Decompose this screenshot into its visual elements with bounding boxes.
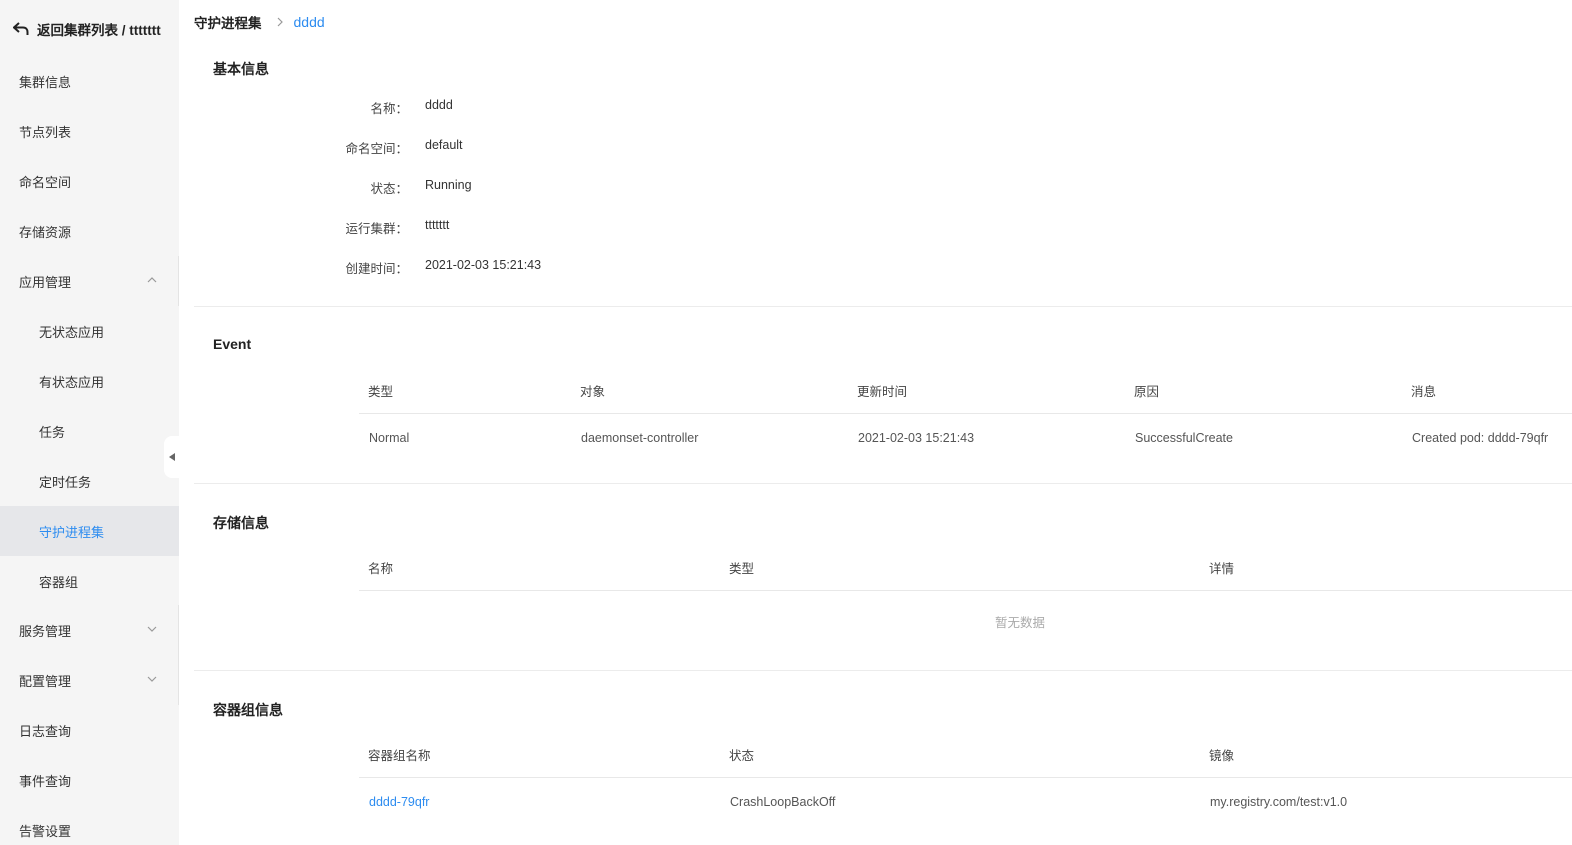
- table-header: 类型: [368, 385, 394, 399]
- table-cell: Normal: [369, 431, 410, 445]
- table-header: 状态: [729, 749, 755, 763]
- table-divider: [359, 777, 1572, 778]
- pods-title: 容器组信息: [213, 702, 283, 718]
- nav-label: 服务管理: [19, 623, 72, 639]
- section-divider: [194, 483, 1572, 484]
- storage-title: 存储信息: [213, 515, 269, 531]
- chevron-down-icon: [147, 676, 157, 682]
- empty-state-text: 暂无数据: [995, 616, 1046, 630]
- nav-label: 日志查询: [19, 723, 72, 739]
- info-row-created: 创建时间： 2021-02-03 15:21:43: [300, 258, 541, 276]
- table-cell: CrashLoopBackOff: [730, 795, 836, 809]
- breadcrumb: 守护进程集 dddd: [194, 12, 325, 32]
- event-title: Event: [213, 336, 252, 352]
- table-header: 更新时间: [857, 385, 908, 399]
- info-label: 运行集群：: [345, 222, 408, 236]
- nav-item-jobs[interactable]: 任务: [0, 406, 179, 456]
- nav-label: 告警设置: [19, 823, 72, 839]
- info-row-name: 名称： dddd: [300, 98, 453, 116]
- table-cell: SuccessfulCreate: [1135, 431, 1233, 445]
- table-cell: daemonset-controller: [581, 431, 699, 445]
- nav-item-cronjobs[interactable]: 定时任务: [0, 456, 179, 506]
- nav-label: 任务: [39, 424, 66, 440]
- nav-item-namespace[interactable]: 命名空间: [0, 156, 179, 206]
- info-row-status: 状态： Running: [300, 178, 472, 196]
- pod-name-link[interactable]: dddd-79qfr: [369, 795, 429, 809]
- sidebar: 返回集群列表 / ttttttt 集群信息 节点列表 命名空间 存储资源 应用管…: [0, 0, 179, 845]
- nav-item-storage-resources[interactable]: 存储资源: [0, 206, 179, 256]
- nav-label: 有状态应用: [39, 374, 105, 390]
- nav-item-statefulsets[interactable]: 有状态应用: [0, 356, 179, 406]
- table-header: 原因: [1134, 385, 1160, 399]
- nav-label: 守护进程集: [39, 524, 105, 540]
- info-label: 命名空间：: [345, 142, 408, 156]
- table-header: 详情: [1209, 562, 1235, 576]
- nav-label: 定时任务: [39, 474, 92, 490]
- nav-label: 命名空间: [19, 174, 72, 190]
- table-header: 类型: [729, 562, 755, 576]
- section-divider: [194, 306, 1572, 307]
- table-header: 消息: [1411, 385, 1437, 399]
- sidebar-divider: [178, 605, 179, 705]
- info-value: ttttttt: [425, 218, 450, 232]
- back-to-cluster-list-button[interactable]: 返回集群列表 / ttttttt: [13, 20, 161, 38]
- table-header: 容器组名称: [368, 749, 431, 763]
- table-cell: 2021-02-03 15:21:43: [858, 431, 975, 445]
- table-header: 镜像: [1209, 749, 1235, 763]
- nav-item-daemonsets[interactable]: 守护进程集: [0, 506, 179, 556]
- nav-item-log-query[interactable]: 日志查询: [0, 705, 179, 755]
- sidebar-collapse-button[interactable]: [164, 436, 180, 478]
- table-header: 对象: [580, 385, 606, 399]
- nav-label: 无状态应用: [39, 324, 105, 340]
- nav-item-config-management[interactable]: 配置管理: [0, 655, 179, 705]
- chevron-right-icon: [277, 17, 283, 27]
- basic-info-title: 基本信息: [213, 61, 269, 77]
- nav-label: 容器组: [39, 574, 79, 590]
- nav-item-event-query[interactable]: 事件查询: [0, 755, 179, 805]
- info-value: default: [425, 138, 463, 152]
- sidebar-divider: [178, 256, 179, 306]
- nav-label: 集群信息: [19, 74, 72, 90]
- chevron-down-icon: [147, 626, 157, 632]
- table-divider: [359, 413, 1572, 414]
- nav-item-node-list[interactable]: 节点列表: [0, 106, 179, 156]
- info-value: dddd: [425, 98, 453, 112]
- table-cell: my.registry.com/test:v1.0: [1210, 795, 1348, 809]
- info-label: 名称：: [370, 102, 408, 116]
- caret-left-icon: [169, 453, 175, 461]
- table-header: 名称: [368, 562, 394, 576]
- nav-item-deployments[interactable]: 无状态应用: [0, 306, 179, 356]
- nav-label: 应用管理: [19, 274, 72, 290]
- nav-item-cluster-info[interactable]: 集群信息: [0, 56, 179, 106]
- chevron-up-icon: [147, 277, 157, 283]
- info-row-cluster: 运行集群： ttttttt: [300, 218, 449, 236]
- info-value: Running: [425, 178, 472, 192]
- breadcrumb-current: dddd: [293, 14, 325, 30]
- nav-label: 节点列表: [19, 124, 72, 140]
- breadcrumb-parent-link[interactable]: 守护进程集: [194, 12, 262, 32]
- nav-item-pods[interactable]: 容器组: [0, 556, 179, 606]
- nav-item-alert-settings[interactable]: 告警设置: [0, 805, 179, 845]
- table-cell: Created pod: dddd-79qfr: [1412, 431, 1549, 445]
- info-row-namespace: 命名空间： default: [300, 138, 463, 156]
- nav-item-app-management[interactable]: 应用管理: [0, 256, 179, 306]
- nav-label: 存储资源: [19, 224, 72, 240]
- table-divider: [359, 590, 1572, 591]
- nav-label: 事件查询: [19, 773, 72, 789]
- nav-label: 配置管理: [19, 673, 72, 689]
- nav-item-service-management[interactable]: 服务管理: [0, 605, 179, 655]
- info-value: 2021-02-03 15:21:43: [425, 258, 542, 272]
- back-label: 返回集群列表 / ttttttt: [37, 23, 161, 38]
- info-label: 创建时间：: [345, 262, 408, 276]
- section-divider: [194, 670, 1572, 671]
- info-label: 状态：: [370, 182, 408, 196]
- back-arrow-icon: [13, 22, 29, 35]
